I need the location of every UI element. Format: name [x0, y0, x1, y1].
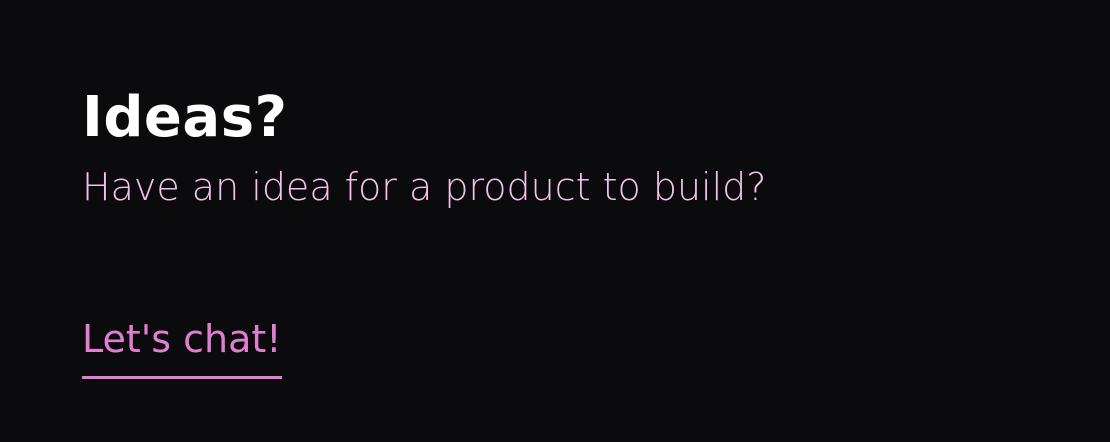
- section-subtitle: Have an idea for a product to build?: [82, 165, 767, 209]
- section-title: Ideas?: [82, 85, 288, 150]
- ideas-section: Ideas? Have an idea for a product to bui…: [82, 84, 1042, 212]
- lets-chat-link[interactable]: Let's chat!: [82, 312, 282, 379]
